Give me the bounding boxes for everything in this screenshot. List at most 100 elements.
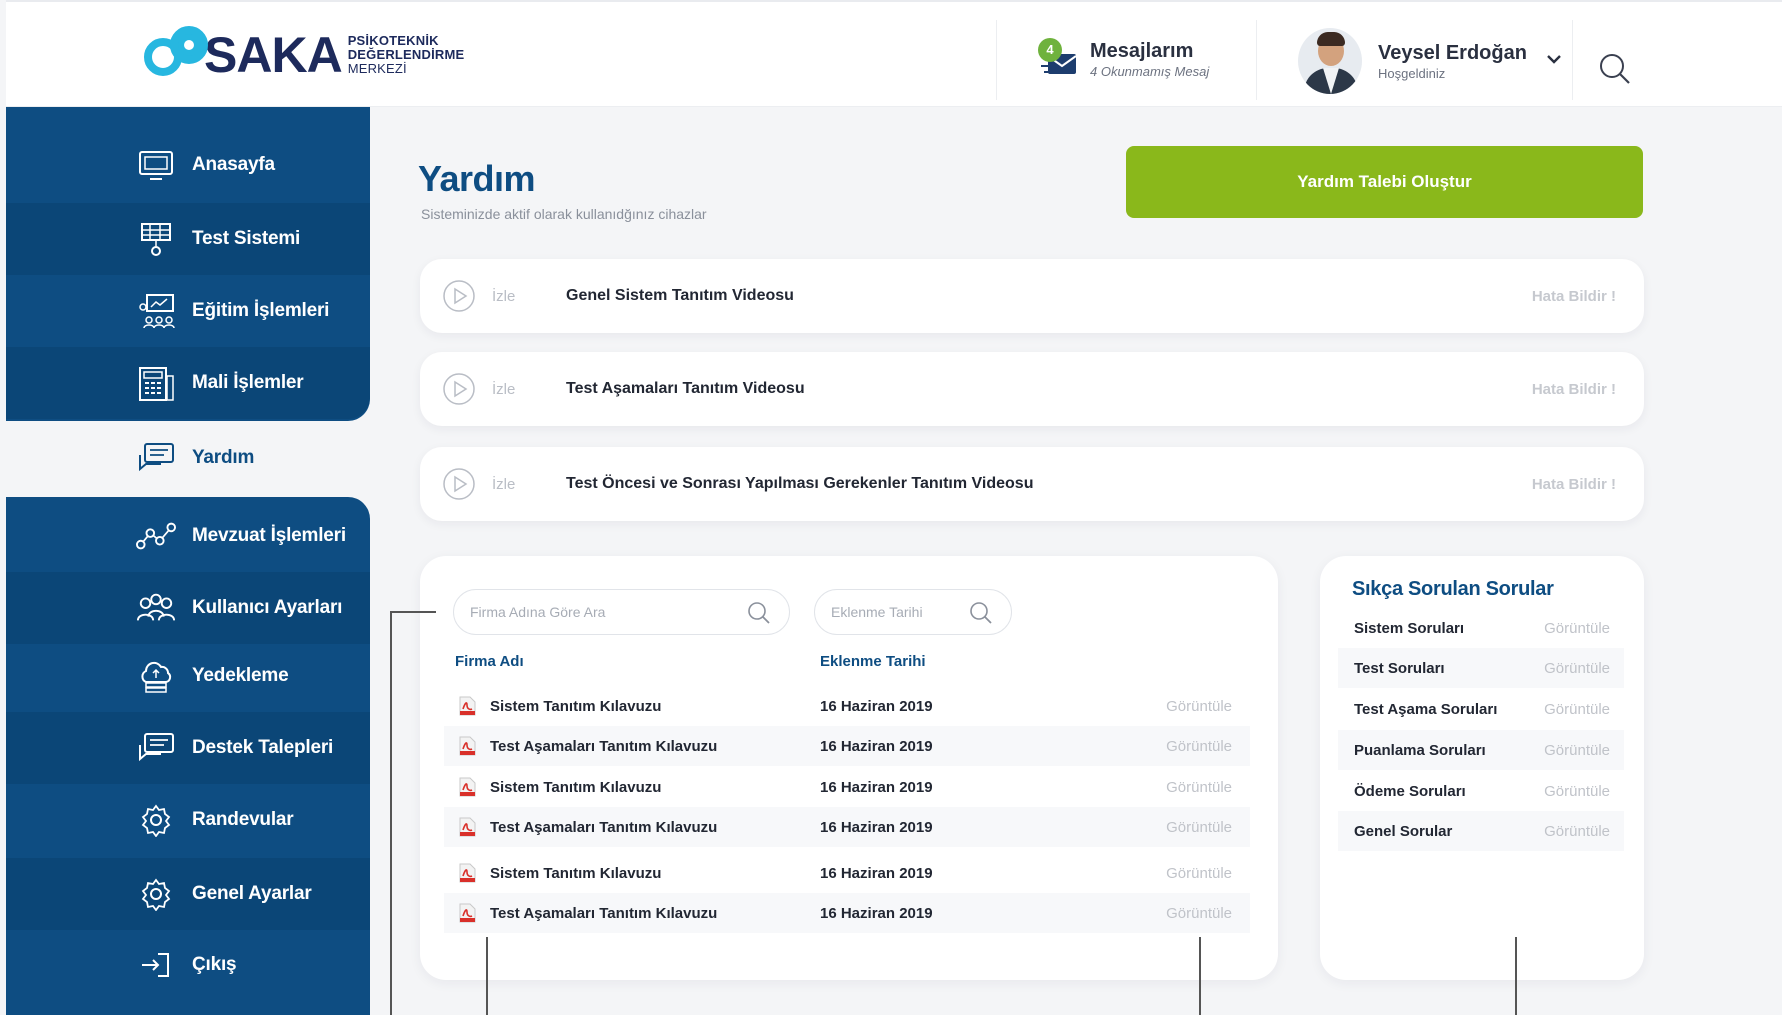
guide-line	[1515, 937, 1517, 1015]
view-link[interactable]: Görüntüle	[1544, 620, 1610, 637]
video-row[interactable]: İzle Genel Sistem Tanıtım Videosu Hata B…	[420, 259, 1644, 333]
chat-icon	[136, 728, 176, 768]
view-link[interactable]: Görüntüle	[1166, 779, 1232, 796]
guide-line	[390, 611, 436, 613]
messages-title: Mesajlarım	[1090, 39, 1194, 62]
view-link[interactable]: Görüntüle	[1544, 823, 1610, 840]
logo[interactable]: SAKA PSİKOTEKNİK DEĞERLENDİRME MERKEZİ	[142, 24, 464, 86]
calculator-icon	[136, 363, 176, 403]
report-error-link[interactable]: Hata Bildir !	[1532, 381, 1616, 398]
faq-item[interactable]: Ödeme Soruları Görüntüle	[1338, 771, 1624, 811]
watch-link[interactable]: İzle	[492, 476, 566, 493]
messages-subtitle: 4 Okunmamış Mesaj	[1090, 63, 1210, 79]
video-row[interactable]: İzle Test Öncesi ve Sonrası Yapılması Ge…	[420, 447, 1644, 521]
table-row[interactable]: Sistem Tanıtım Kılavuzu 16 Haziran 2019 …	[444, 686, 1250, 726]
play-icon[interactable]	[442, 372, 476, 406]
faq-item[interactable]: Test Soruları Görüntüle	[1338, 648, 1624, 688]
unread-badge: 4	[1038, 38, 1062, 62]
document-date: 16 Haziran 2019	[820, 737, 933, 755]
view-link[interactable]: Görüntüle	[1166, 819, 1232, 836]
document-name: Sistem Tanıtım Kılavuzu	[490, 697, 662, 715]
table-row[interactable]: Test Aşamaları Tanıtım Kılavuzu 16 Hazir…	[444, 807, 1250, 847]
video-title: Genel Sistem Tanıtım Videosu	[566, 287, 794, 304]
date-filter-input[interactable]: Eklenme Tarihi	[814, 589, 1012, 635]
document-name: Sistem Tanıtım Kılavuzu	[490, 864, 662, 882]
pdf-icon	[459, 777, 476, 797]
pdf-icon	[459, 863, 476, 883]
pdf-icon	[459, 817, 476, 837]
column-header-date[interactable]: Eklenme Tarihi	[820, 653, 926, 670]
view-link[interactable]: Görüntüle	[1166, 905, 1232, 922]
column-header-company[interactable]: Firma Adı	[455, 653, 524, 670]
faq-item[interactable]: Sistem Soruları Görüntüle	[1338, 608, 1624, 648]
page-subtitle: Sisteminizde aktif olarak kullanıdğınız …	[421, 206, 707, 222]
sidebar-item-destek-talepleri[interactable]: Destek Talepleri	[6, 712, 370, 784]
watch-link[interactable]: İzle	[492, 288, 566, 305]
search-icon[interactable]	[747, 601, 771, 625]
company-search-input[interactable]: Firma Adına Göre Ara	[453, 589, 790, 635]
sidebar-item-genel-ayarlar[interactable]: Genel Ayarlar	[6, 858, 370, 930]
sidebar-item-anasayfa[interactable]: Anasayfa	[6, 129, 370, 201]
video-row[interactable]: İzle Test Aşamaları Tanıtım Videosu Hata…	[420, 352, 1644, 426]
view-link[interactable]: Görüntüle	[1544, 783, 1610, 800]
view-link[interactable]: Görüntüle	[1544, 742, 1610, 759]
report-error-link[interactable]: Hata Bildir !	[1532, 476, 1616, 493]
header-divider	[996, 20, 997, 100]
sidebar-item-mali-islemler[interactable]: Mali İşlemler	[6, 347, 370, 419]
view-link[interactable]: Görüntüle	[1544, 660, 1610, 677]
pdf-icon	[459, 696, 476, 716]
document-date: 16 Haziran 2019	[820, 864, 933, 882]
gear-icon	[136, 800, 176, 840]
user-menu[interactable]: Veysel Erdoğan Hoşgeldiniz	[1298, 28, 1527, 94]
document-name: Test Aşamaları Tanıtım Kılavuzu	[490, 737, 718, 755]
view-link[interactable]: Görüntüle	[1166, 865, 1232, 882]
document-date: 16 Haziran 2019	[820, 778, 933, 796]
watch-link[interactable]: İzle	[492, 381, 566, 398]
sidebar-item-egitim-islemleri[interactable]: Eğitim İşlemleri	[6, 275, 370, 347]
view-link[interactable]: Görüntüle	[1166, 698, 1232, 715]
play-icon[interactable]	[442, 279, 476, 313]
envelope-icon: 4	[1038, 38, 1078, 80]
table-row[interactable]: Sistem Tanıtım Kılavuzu 16 Haziran 2019 …	[444, 767, 1250, 807]
sidebar-item-randevular[interactable]: Randevular	[6, 784, 370, 856]
report-error-link[interactable]: Hata Bildir !	[1532, 288, 1616, 305]
network-icon	[136, 219, 176, 259]
header-divider	[1572, 20, 1573, 100]
view-link[interactable]: Görüntüle	[1166, 738, 1232, 755]
sidebar-item-yardim[interactable]: Yardım	[6, 422, 370, 494]
graph-icon	[136, 516, 176, 556]
users-icon	[136, 588, 176, 628]
user-greeting: Hoşgeldiniz	[1378, 65, 1446, 81]
view-link[interactable]: Görüntüle	[1544, 701, 1610, 718]
pdf-icon	[459, 903, 476, 923]
table-row[interactable]: Sistem Tanıtım Kılavuzu 16 Haziran 2019 …	[444, 853, 1250, 893]
faq-item[interactable]: Test Aşama Soruları Görüntüle	[1338, 689, 1624, 729]
document-name: Sistem Tanıtım Kılavuzu	[490, 778, 662, 796]
sidebar-item-test-sistemi[interactable]: Test Sistemi	[6, 203, 370, 275]
table-row[interactable]: Test Aşamaları Tanıtım Kılavuzu 16 Hazir…	[444, 893, 1250, 933]
header-divider	[1256, 20, 1257, 100]
video-title: Test Öncesi ve Sonrası Yapılması Gereken…	[566, 475, 1034, 492]
avatar	[1298, 28, 1362, 94]
sidebar-item-kullanici-ayarlari[interactable]: Kullanıcı Ayarları	[6, 572, 370, 644]
faq-item[interactable]: Puanlama Soruları Görüntüle	[1338, 730, 1624, 770]
sidebar-item-cikis[interactable]: Çıkış	[6, 929, 370, 1001]
page-title: Yardım	[418, 158, 536, 199]
document-date: 16 Haziran 2019	[820, 904, 933, 922]
guide-line	[486, 937, 488, 1015]
search-icon[interactable]	[969, 601, 993, 625]
guide-line	[1199, 937, 1201, 1015]
document-name: Test Aşamaları Tanıtım Kılavuzu	[490, 904, 718, 922]
create-help-request-button[interactable]: Yardım Talebi Oluştur	[1126, 146, 1643, 218]
logout-icon	[136, 945, 176, 985]
search-icon[interactable]	[1598, 52, 1632, 91]
chevron-down-icon[interactable]	[1546, 52, 1562, 70]
sidebar-item-mevzuat-islemleri[interactable]: Mevzuat İşlemleri	[6, 500, 370, 572]
messages-widget[interactable]: 4 Mesajlarım 4 Okunmamış Mesaj	[1038, 38, 1209, 80]
sidebar-item-yedekleme[interactable]: Yedekleme	[6, 640, 370, 712]
table-row[interactable]: Test Aşamaları Tanıtım Kılavuzu 16 Hazir…	[444, 726, 1250, 766]
faq-title: Sıkça Sorulan Sorular	[1352, 578, 1554, 600]
play-icon[interactable]	[442, 467, 476, 501]
chat-icon	[136, 438, 176, 478]
faq-item[interactable]: Genel Sorular Görüntüle	[1338, 811, 1624, 851]
